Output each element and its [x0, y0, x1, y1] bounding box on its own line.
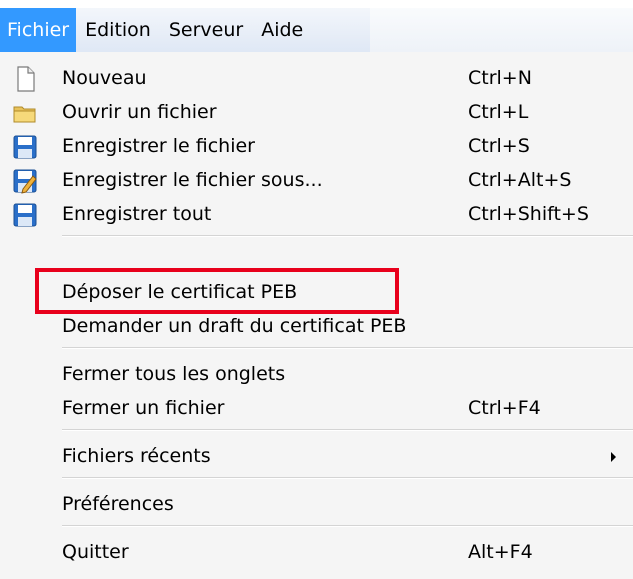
menu-item-ouvrir[interactable]: Ouvrir un fichier Ctrl+L [0, 96, 633, 130]
menu-item-enregistrer-tout[interactable]: Enregistrer tout Ctrl+Shift+S [0, 198, 633, 232]
menu-separator [62, 477, 633, 479]
menu-item-fermer-fichier[interactable]: Fermer un fichier Ctrl+F4 [0, 392, 633, 426]
menu-item-shortcut: Ctrl+L [468, 101, 529, 123]
menu-item-label: Préférences [62, 493, 174, 515]
menu-item-preferences[interactable]: Préférences [0, 488, 633, 522]
save-all-icon [13, 203, 37, 227]
menu-bar: Fichier Edition Serveur Aide [0, 8, 370, 52]
menu-item-label: Fichiers récents [62, 445, 211, 467]
menu-item-label: Fermer tous les onglets [62, 363, 286, 385]
menu-item-shortcut: Ctrl+N [468, 67, 532, 89]
menu-edition[interactable]: Edition [76, 8, 160, 52]
menu-separator [62, 347, 633, 349]
menu-item-shortcut: Ctrl+Shift+S [468, 203, 589, 225]
menu-item-label: Ouvrir un fichier [62, 101, 217, 123]
menu-item-shortcut: Alt+F4 [468, 541, 533, 563]
menu-item-shortcut: Ctrl+Alt+S [468, 169, 572, 191]
menu-separator [62, 235, 633, 237]
menu-serveur[interactable]: Serveur [160, 8, 252, 52]
new-file-icon [17, 66, 35, 92]
menu-aide[interactable]: Aide [252, 8, 312, 52]
menu-bar-filler [370, 8, 633, 52]
menu-item-label: Quitter [62, 541, 129, 563]
menu-item-label: Enregistrer le fichier [62, 135, 255, 157]
menu-item-nouveau[interactable]: Nouveau Ctrl+N [0, 62, 633, 96]
open-folder-icon [13, 106, 36, 123]
save-icon [13, 135, 37, 159]
menu-item-label: Enregistrer le fichier sous... [62, 169, 323, 191]
fichier-dropdown-menu: Nouveau Ctrl+N Ouvrir un fichier Ctrl+L … [0, 52, 633, 579]
highlight-annotation-box [35, 268, 399, 314]
menu-item-label: Fermer un fichier [62, 397, 225, 419]
menu-separator [62, 525, 633, 527]
menu-item-label: Nouveau [62, 67, 147, 89]
menu-item-enregistrer[interactable]: Enregistrer le fichier Ctrl+S [0, 130, 633, 164]
menu-item-label: Enregistrer tout [62, 203, 212, 225]
submenu-arrow-icon [611, 452, 616, 462]
menu-item-demander-draft[interactable]: Demander un draft du certificat PEB [0, 310, 633, 344]
menu-item-enregistrer-sous[interactable]: Enregistrer le fichier sous... Ctrl+Alt+… [0, 164, 633, 198]
menu-item-shortcut: Ctrl+F4 [468, 397, 541, 419]
menu-item-quitter[interactable]: Quitter Alt+F4 [0, 536, 633, 570]
menu-item-label: Demander un draft du certificat PEB [62, 315, 407, 337]
menu-item-fermer-onglets[interactable]: Fermer tous les onglets [0, 358, 633, 392]
menu-item-shortcut: Ctrl+S [468, 135, 530, 157]
menu-separator [62, 429, 633, 431]
menu-fichier[interactable]: Fichier [0, 8, 77, 52]
menu-item-fichiers-recents[interactable]: Fichiers récents [0, 440, 633, 474]
save-as-icon [13, 169, 37, 194]
app-window: Fichier Edition Serveur Aide Nouveau Ctr… [0, 0, 633, 579]
